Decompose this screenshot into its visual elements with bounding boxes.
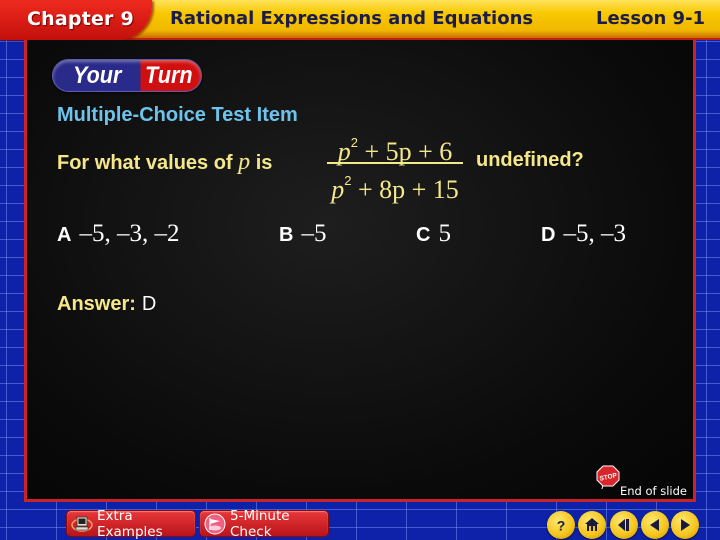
question-is: is [255, 152, 273, 174]
computer-icon [71, 516, 93, 532]
choice-letter: A [57, 224, 72, 246]
question-suffix: undefined? [476, 149, 584, 171]
question-prefix: For what values of [57, 152, 233, 174]
previous-slide-button[interactable] [641, 511, 669, 539]
extra-examples-button[interactable]: Extra Examples [66, 507, 196, 540]
next-slide-button[interactable] [671, 511, 699, 539]
question-text: For what values of p is [57, 149, 272, 176]
choice-c[interactable]: C5 [416, 220, 451, 248]
question-variable: p [238, 149, 251, 175]
choice-a[interactable]: A –5, –3, –2 [57, 220, 179, 248]
lesson-label: Lesson 9-1 [596, 8, 706, 29]
section-heading: Multiple-Choice Test Item [57, 104, 298, 126]
choice-letter: C [416, 224, 431, 246]
stop-sign-icon: STOP [596, 465, 620, 489]
choice-letter: B [279, 224, 294, 246]
check-flag-icon [204, 513, 226, 534]
chapter-title: Rational Expressions and Equations [170, 8, 534, 29]
fraction-numerator: p2 + 5p + 6 [327, 127, 463, 166]
question-icon: ? [557, 518, 566, 534]
denominator-variable: p [331, 175, 345, 204]
extra-examples-label: Extra Examples [97, 507, 163, 540]
your-turn-badge-your: Your [73, 62, 122, 89]
denominator-terms: + 8p + 15 [351, 175, 459, 204]
choice-value: 5 [438, 220, 451, 247]
chapter-tab: Chapter 9 [0, 0, 152, 40]
help-button[interactable]: ? [547, 511, 575, 539]
choice-letter: D [541, 224, 556, 246]
right-arrow-icon [681, 519, 690, 531]
answer-value: D [141, 293, 157, 315]
rational-expression: p2 + 5p + 6 p2 + 8p + 15 [327, 127, 463, 204]
end-of-slide-label: End of slide [620, 484, 688, 498]
answer-label: Answer: [57, 293, 136, 315]
numerator-exponent: 2 [350, 135, 358, 150]
first-slide-button[interactable] [610, 511, 638, 539]
choice-value: –5, –3, –2 [79, 220, 180, 247]
header-bar: Chapter 9 Rational Expressions and Equat… [0, 0, 720, 40]
your-turn-badge: Your Turn [52, 59, 202, 92]
answer: Answer: D [57, 293, 156, 316]
home-icon [585, 518, 599, 531]
your-turn-badge-turn: Turn [145, 62, 193, 89]
fraction-bar [327, 162, 463, 164]
choice-b[interactable]: B –5 [279, 220, 326, 248]
choice-value: –5 [301, 220, 327, 247]
svg-text:?: ? [557, 518, 566, 534]
rewind-icon [618, 519, 629, 531]
main-menu-button[interactable] [578, 511, 606, 539]
five-minute-check-label: 5-Minute Check [230, 507, 290, 540]
choice-value: –5, –3 [563, 220, 626, 247]
left-arrow-icon [650, 519, 659, 531]
five-minute-check-button[interactable]: 5-Minute Check [199, 507, 329, 540]
fraction-denominator: p2 + 8p + 15 [327, 165, 463, 204]
chapter-label: Chapter 9 [27, 8, 134, 30]
choice-d[interactable]: D –5, –3 [541, 220, 626, 248]
